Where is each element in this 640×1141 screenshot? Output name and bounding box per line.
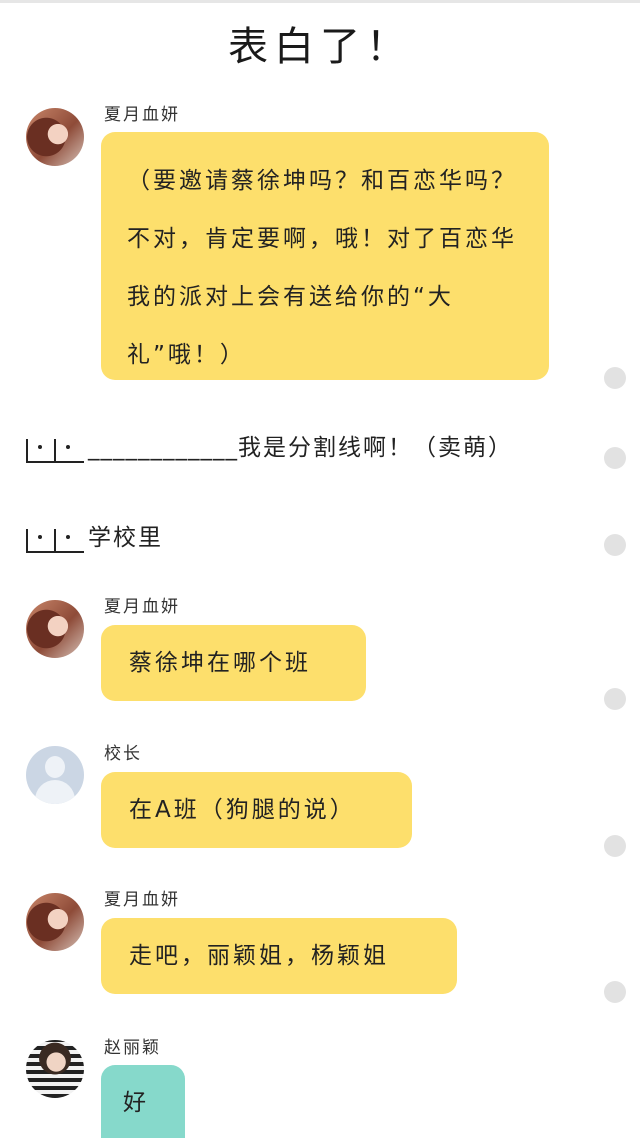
select-circle-icon[interactable] [604,835,626,857]
page-title: 表白了！ [228,24,412,70]
select-circle-icon[interactable] [604,534,626,556]
select-circle-icon[interactable] [604,447,626,469]
sender-name: 夏月血妍 [104,890,180,910]
message-bubble[interactable]: 走吧，丽颖姐，杨颖姐 [101,918,457,994]
avatar[interactable] [26,600,84,658]
message-bubble[interactable]: 在A班（狗腿的说） [101,772,412,848]
sender-name: 赵丽颖 [104,1038,161,1058]
avatar[interactable] [26,893,84,951]
default-avatar-icon[interactable] [26,746,84,804]
message-bubble[interactable]: （要邀请蔡徐坤吗？和百恋华吗？不对，肯定要啊，哦！对了百恋华我的派对上会有送给你… [101,132,549,380]
marker-icon [26,435,84,463]
sender-name: 校长 [104,744,142,764]
avatar[interactable] [26,108,84,166]
narration-divider: ____________我是分割线啊！（卖萌） [26,428,513,463]
marker-icon [26,525,84,553]
select-circle-icon[interactable] [604,367,626,389]
top-divider [0,0,640,3]
sender-name: 夏月血妍 [104,105,180,125]
sender-name: 夏月血妍 [104,597,180,617]
message-bubble[interactable]: 蔡徐坤在哪个班 [101,625,366,701]
select-circle-icon[interactable] [604,981,626,1003]
message-bubble[interactable]: 好 [101,1065,185,1138]
select-circle-icon[interactable] [604,688,626,710]
avatar[interactable] [26,1040,84,1098]
narration-scene: 学校里 [26,518,163,553]
